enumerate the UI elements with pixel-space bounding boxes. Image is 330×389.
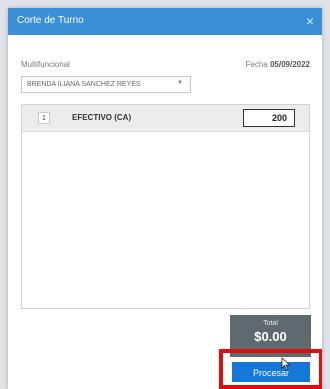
- corte-de-turno-dialog: Corte de Turno × Multifuncional Fecha 05…: [8, 8, 322, 389]
- multifuncional-label: Multifuncional: [21, 60, 70, 69]
- payment-method: EFECTIVO (CA): [72, 113, 132, 122]
- close-icon[interactable]: ×: [306, 12, 314, 30]
- mouse-cursor-icon: [281, 357, 291, 371]
- dialog-title: Corte de Turno: [17, 15, 84, 26]
- fecha-value: 05/09/2022: [269, 60, 310, 69]
- employee-selected-value: BRENDA ILIANA SANCHEZ REYES: [27, 81, 141, 88]
- payment-qty[interactable]: 1: [38, 112, 50, 124]
- total-value: $0.00: [254, 329, 287, 344]
- employee-select[interactable]: BRENDA ILIANA SANCHEZ REYES ▼: [21, 76, 191, 93]
- dialog-titlebar: Corte de Turno ×: [8, 8, 322, 35]
- fecha-label: Fecha: [245, 60, 268, 69]
- chevron-down-icon: ▼: [177, 80, 183, 86]
- payment-row: 1 EFECTIVO (CA) 200: [22, 105, 309, 132]
- payment-list: 1 EFECTIVO (CA) 200: [21, 104, 310, 309]
- total-label: Total: [263, 320, 278, 327]
- payment-amount-input[interactable]: 200: [243, 109, 295, 127]
- procesar-button[interactable]: Procesar: [232, 362, 310, 382]
- fecha-display: Fecha 05/09/2022: [245, 60, 310, 69]
